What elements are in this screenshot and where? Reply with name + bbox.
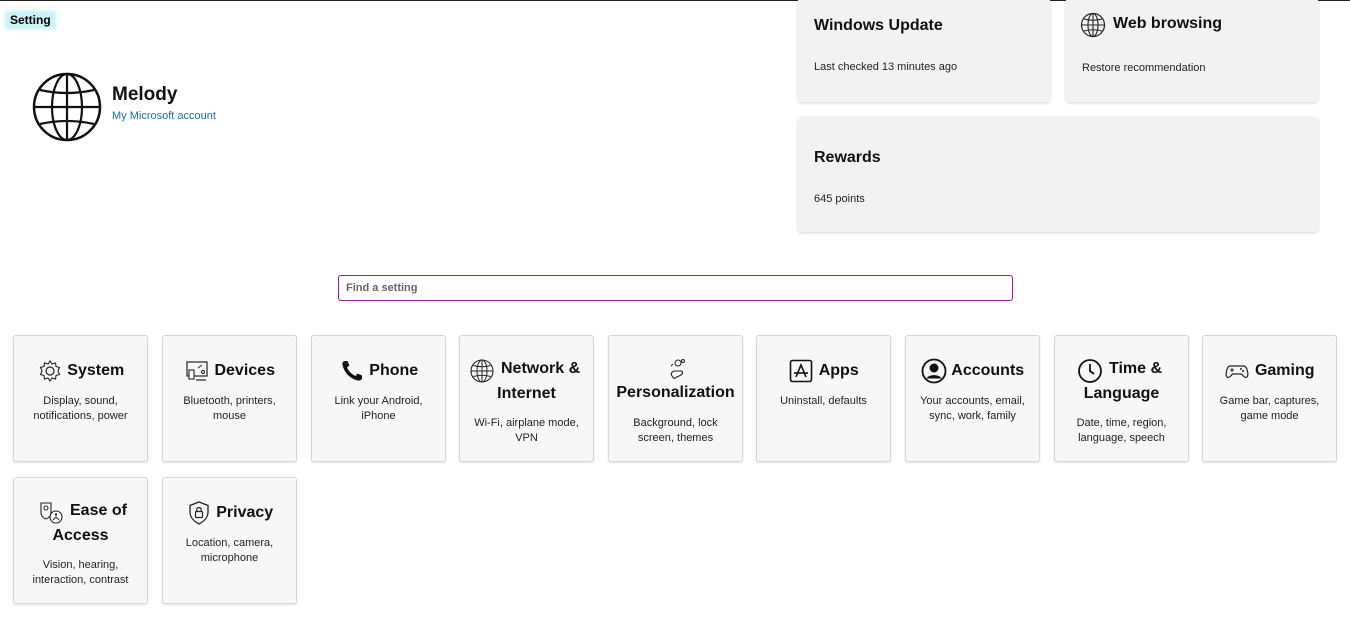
category-privacy[interactable]: Privacy Location, camera, microphone [162,477,297,604]
phone-label: Phone [369,362,419,379]
rewards-points: 645 points [814,193,865,205]
category-gaming[interactable]: Gaming Game bar, captures, game mode [1202,335,1337,462]
globe-icon [1080,12,1106,38]
globe-icon [469,358,495,384]
web-browsing-card[interactable]: Web browsing Restore recommendation [1066,0,1318,102]
category-devices[interactable]: Devices Bluetooth, printers, mouse [162,335,297,462]
devices-description: Bluetooth, printers, mouse [183,395,276,422]
category-system[interactable]: System Display, sound, notifications, po… [13,335,148,462]
category-time-language[interactable]: Time & Language Date, time, region, lang… [1054,335,1189,462]
globe-icon [32,72,102,142]
personalization-label: Personalization [616,384,735,401]
devices-label: Devices [214,362,275,379]
apps-description: Uninstall, defaults [780,395,867,407]
category-phone[interactable]: Phone Link your Android, iPhone [311,335,446,462]
devices-icon [184,358,210,384]
lock-shield-icon [186,500,212,526]
ease-of-access-label-line1: Ease of [70,502,127,519]
search-input[interactable] [338,275,1013,301]
profile-name: Melody [112,84,178,105]
phone-icon [339,358,365,384]
app-title: Setting [6,12,55,28]
apps-icon [788,358,814,384]
accounts-description: Your accounts, email, sync, work, family [920,395,1025,422]
system-label: System [67,362,125,379]
microsoft-account-link[interactable]: My Microsoft account [112,110,216,122]
system-description: Display, sound, notifications, power [33,395,128,422]
network-label-line2: Internet [497,385,556,402]
windows-update-title: Windows Update [814,17,943,34]
privacy-description: Location, camera, microphone [185,537,274,564]
rewards-title: Rewards [814,149,881,166]
gaming-label: Gaming [1254,362,1315,379]
apps-label: Apps [818,362,859,379]
rewards-card[interactable]: Rewards 645 points [798,117,1318,232]
web-browsing-subtitle: Restore recommendation [1082,62,1206,74]
ease-of-access-label-line2: Access [52,527,109,544]
profile-section: Melody My Microsoft account [32,72,332,144]
web-browsing-title: Web browsing [1113,15,1223,32]
category-network-internet[interactable]: Network & Internet Wi-Fi, airplane mode,… [459,335,594,462]
accessibility-icon [38,499,64,525]
gaming-description: Game bar, captures, game mode [1219,395,1320,422]
privacy-label: Privacy [216,504,274,521]
time-language-label-line2: Language [1083,385,1160,402]
clock-icon [1077,358,1103,384]
network-description: Wi-Fi, airplane mode, VPN [474,417,579,444]
windows-update-card[interactable]: Windows Update Last checked 13 minutes a… [798,0,1050,102]
phone-description: Link your Android, iPhone [334,395,423,422]
person-icon [921,358,947,384]
paint-icon [663,356,689,380]
gear-icon [37,358,63,384]
time-language-description: Date, time, region, language, speech [1076,417,1167,444]
windows-update-status: Last checked 13 minutes ago [814,61,958,73]
category-personalization[interactable]: Personalization Background, lock screen,… [608,335,743,462]
category-apps[interactable]: Apps Uninstall, defaults [756,335,891,462]
accounts-label: Accounts [951,362,1025,379]
personalization-description: Background, lock screen, themes [633,417,718,444]
category-accounts[interactable]: Accounts Your accounts, email, sync, wor… [905,335,1040,462]
category-ease-of-access[interactable]: Ease of Access Vision, hearing, interact… [13,477,148,604]
time-language-label-line1: Time & [1109,360,1163,377]
ease-of-access-description: Vision, hearing, interaction, contrast [32,559,129,586]
gamepad-icon [1224,358,1250,384]
